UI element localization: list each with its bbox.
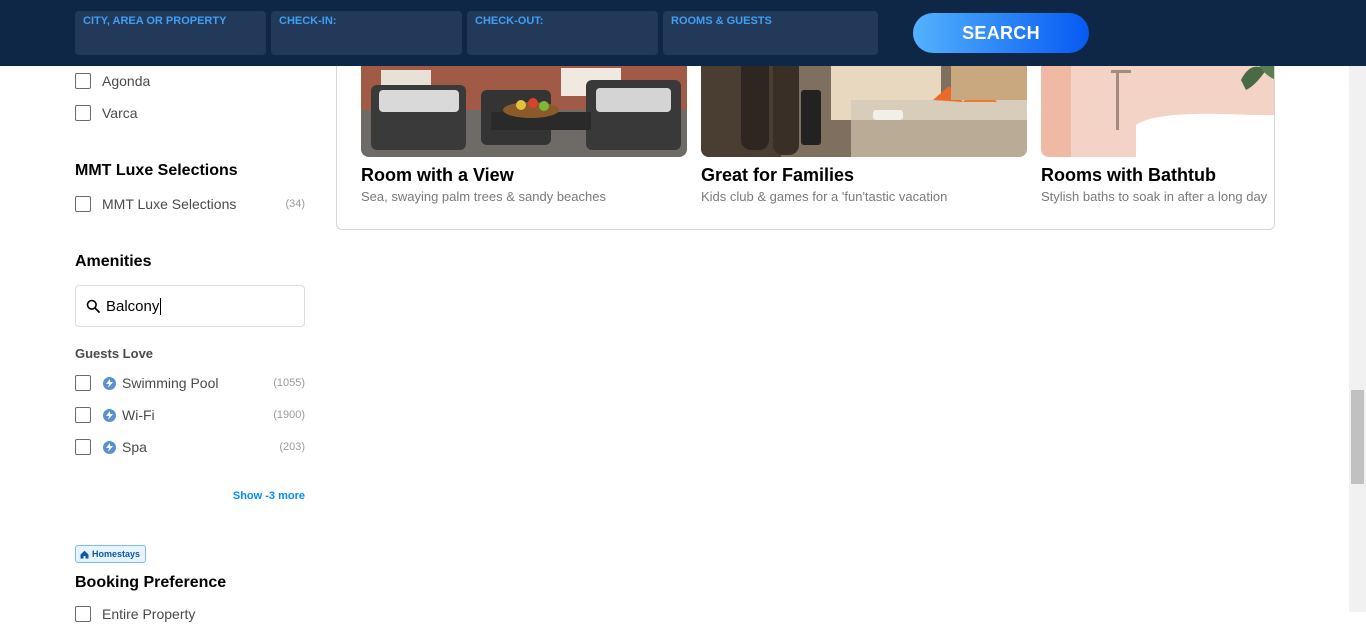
city-field-label: CITY, AREA OR PROPERTY bbox=[83, 15, 227, 27]
check-out-label: CHECK-OUT: bbox=[475, 15, 544, 27]
amenities-search-input[interactable]: Balcony bbox=[75, 285, 305, 327]
booking-preference-option[interactable]: Entire Property bbox=[75, 604, 305, 624]
option-label: Wi-Fi bbox=[122, 407, 155, 423]
collection-subtitle: Stylish baths to soak in after a long da… bbox=[1041, 189, 1268, 204]
checkbox[interactable] bbox=[75, 105, 91, 121]
collection-title: Great for Families bbox=[701, 165, 855, 185]
check-in-field[interactable]: CHECK-IN: bbox=[271, 11, 462, 55]
option-count: (1900) bbox=[273, 409, 305, 421]
bolt-icon bbox=[103, 408, 116, 422]
homestays-badge-label: Homestays bbox=[92, 549, 141, 559]
show-more-link[interactable]: Show -3 more bbox=[233, 490, 305, 502]
amenity-option-wifi[interactable]: Wi-Fi (1900) bbox=[75, 405, 305, 425]
rooms-guests-label: ROOMS & GUESTS bbox=[671, 15, 772, 27]
collection-title: Room with a View bbox=[361, 165, 514, 185]
option-count: (34) bbox=[285, 198, 305, 210]
option-label: Entire Property bbox=[102, 606, 196, 622]
home-icon bbox=[80, 550, 89, 558]
option-count: (203) bbox=[279, 441, 305, 453]
check-in-label: CHECK-IN: bbox=[279, 15, 337, 27]
check-out-field[interactable]: CHECK-OUT: bbox=[467, 11, 658, 55]
amenities-section-title: Amenities bbox=[75, 253, 152, 270]
checkbox[interactable] bbox=[75, 407, 91, 423]
amenities-search-value: Balcony bbox=[106, 297, 160, 315]
option-label: MMT Luxe Selections bbox=[102, 196, 237, 212]
collection-subtitle: Sea, swaying palm trees & sandy beaches bbox=[361, 189, 606, 204]
amenity-option-swimming-pool[interactable]: Swimming Pool (1055) bbox=[75, 373, 305, 393]
rooms-guests-field[interactable]: ROOMS & GUESTS bbox=[663, 11, 878, 55]
checkbox[interactable] bbox=[75, 606, 91, 622]
checkbox[interactable] bbox=[75, 439, 91, 455]
option-label: Varca bbox=[102, 105, 138, 121]
luxe-section-title: MMT Luxe Selections bbox=[75, 162, 238, 179]
search-icon bbox=[86, 299, 100, 313]
checkbox[interactable] bbox=[75, 375, 91, 391]
text-caret bbox=[160, 297, 162, 315]
search-button[interactable]: SEARCH bbox=[913, 13, 1089, 53]
booking-preference-title: Booking Preference bbox=[75, 574, 227, 591]
city-area-property-field[interactable]: CITY, AREA OR PROPERTY bbox=[75, 11, 266, 55]
checkbox[interactable] bbox=[75, 73, 91, 89]
option-label: Swimming Pool bbox=[122, 375, 219, 391]
option-label: Agonda bbox=[102, 73, 151, 89]
luxe-option[interactable]: MMT Luxe Selections (34) bbox=[75, 194, 305, 214]
guests-love-title: Guests Love bbox=[75, 346, 154, 361]
collection-title: Rooms with Bathtub bbox=[1041, 165, 1216, 185]
bolt-icon bbox=[103, 376, 116, 390]
search-header: CITY, AREA OR PROPERTY CHECK-IN: CHECK-O… bbox=[0, 0, 1366, 66]
amenity-option-spa[interactable]: Spa (203) bbox=[75, 437, 305, 457]
homestays-badge: Homestays bbox=[75, 545, 147, 563]
collection-subtitle: Kids club & games for a 'fun'tastic vaca… bbox=[701, 189, 948, 204]
option-count: (1055) bbox=[273, 377, 305, 389]
locality-option-varca[interactable]: Varca bbox=[75, 103, 305, 123]
bolt-icon bbox=[103, 440, 116, 454]
scrollbar-thumb[interactable] bbox=[1351, 390, 1364, 484]
page-scrollbar[interactable] bbox=[1349, 0, 1366, 612]
locality-option-agonda[interactable]: Agonda bbox=[75, 71, 305, 91]
option-label: Spa bbox=[122, 439, 147, 455]
checkbox[interactable] bbox=[75, 196, 91, 212]
